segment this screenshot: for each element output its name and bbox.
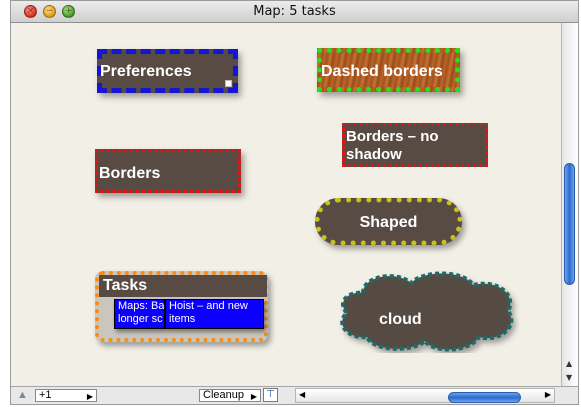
scroll-left-icon[interactable]: ◀ [299,390,305,399]
note-indicator-icon[interactable] [225,80,232,87]
node-shaped[interactable]: Shaped [315,198,462,245]
node-borders-no-shadow[interactable]: Borders – no shadow [342,123,488,167]
vertical-scroll-thumb[interactable] [564,163,575,285]
node-shaped-label: Shaped [359,214,418,231]
bottom-toolbar: ▲ +1 ▶ Cleanup ▶ ⊤ ◀ ▶ [11,386,578,404]
horizontal-scroll-thumb[interactable] [448,392,521,403]
zoom-select[interactable]: +1 ▶ [35,389,97,402]
node-borders-no-shadow-label-1: Borders – no [346,128,439,145]
vertical-scrollbar[interactable]: ▲ ▼ [561,23,578,386]
node-preferences[interactable]: Preferences [97,49,238,93]
node-borders[interactable]: Borders [95,149,241,193]
task-item[interactable]: Hoist – and new items [165,299,264,329]
node-borders-label: Borders [99,165,161,182]
node-tasks-header: Tasks [99,275,267,297]
node-tasks[interactable]: Tasks Maps: Ba longer sc Hoist – and new… [95,271,268,342]
scroll-down-icon[interactable]: ▼ [566,373,572,382]
node-tasks-label: Tasks [103,277,148,294]
hoist-icon[interactable]: ⊤ [263,388,278,402]
node-dashed-borders-label: Dashed borders [321,63,443,80]
node-dashed-borders[interactable]: Dashed borders [317,48,460,92]
task-item-line1: Hoist – and new [169,300,248,312]
horizontal-scrollbar[interactable]: ◀ ▶ [295,388,555,403]
scroll-right-icon[interactable]: ▶ [545,390,551,399]
zoom-value: +1 [39,389,52,401]
task-item-line2: longer sc [118,313,163,325]
chevron-right-icon: ▶ [250,392,257,401]
node-borders-no-shadow-label-2: shadow [346,146,402,163]
cloud-shape [340,271,514,352]
task-item-line2: items [169,313,196,325]
window-title: Map: 5 tasks [253,4,336,19]
node-preferences-label: Preferences [100,63,192,80]
task-item-line1: Maps: Ba [118,300,165,312]
scroll-up-icon[interactable]: ▲ [566,359,572,368]
node-cloud-label: cloud [379,311,422,328]
map-canvas[interactable]: Preferences Dashed borders Borders – no … [11,23,561,386]
map-window: × − + Map: 5 tasks Preferences Dashed bo… [10,0,579,405]
title-bar[interactable]: × − + Map: 5 tasks [11,1,578,23]
task-item[interactable]: Maps: Ba longer sc [114,299,165,329]
node-cloud[interactable]: cloud [333,267,521,353]
cleanup-label: Cleanup [203,389,244,401]
chevron-right-icon: ▶ [86,392,93,401]
cleanup-button[interactable]: Cleanup ▶ [199,389,261,402]
home-icon[interactable]: ▲ [17,389,28,401]
